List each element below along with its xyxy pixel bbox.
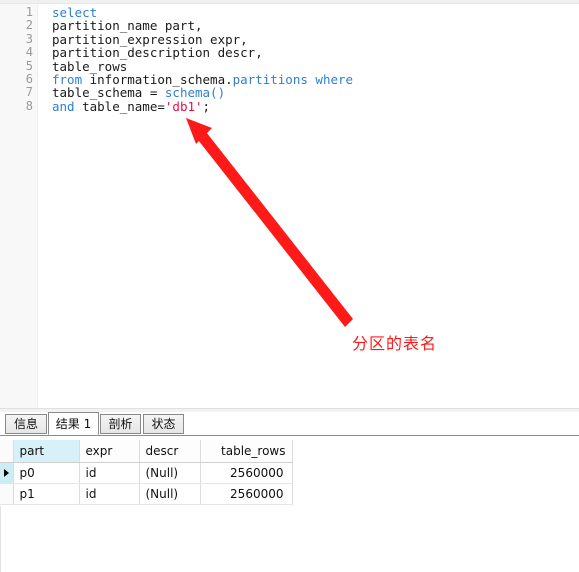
grid-header-row: part expr descr table_rows [0,440,293,463]
code-token: partitions [232,71,308,87]
cell-descr[interactable]: (Null) [139,462,201,484]
arrow-head [186,118,212,144]
code-line-4[interactable]: partition_description descr, [52,46,353,59]
arrow-shape [186,118,353,327]
tab-label: 状态 [151,417,176,431]
tab-2[interactable]: 结果 1 [48,412,99,435]
line-number-6: 6 [25,71,33,86]
grid-corner-cell[interactable] [0,440,14,463]
code-line-2[interactable]: partition_name part, [52,19,353,32]
grid-empty-area-edge [0,506,1,572]
tab-label: 信息 [13,417,38,431]
tab-1[interactable]: 信息 [5,414,47,434]
cell-part[interactable]: p1 [13,483,80,505]
line-number-8: 8 [25,98,33,113]
cell-table-rows[interactable]: 2560000 [200,483,293,505]
code-line-1[interactable]: select [52,6,353,19]
annotation-label: 分区的表名 [352,334,438,353]
grid-header-row-group: part expr descr table_rows [0,440,293,463]
line-number-3: 3 [25,31,33,46]
cell-expr[interactable]: id [79,483,140,505]
line-number-4: 4 [25,45,33,60]
code-token: ; [202,98,211,114]
row-indicator-cell[interactable] [0,483,14,505]
sql-code-text[interactable]: select partition_name part, partition_expr… [52,6,353,113]
code-token: table_name= [74,98,165,114]
code-line-7[interactable]: table_schema = schema() [52,86,353,99]
code-token: 'db1' [164,98,203,114]
line-numbers: 12345678 [0,5,33,113]
grid-body: p0 id (Null) 2560000 p1 id (Null) 256000… [0,462,293,505]
results-data-grid[interactable]: part expr descr table_rows p0 id (Null) … [0,440,293,505]
editor-line-number-gutter: 12345678 [0,4,38,408]
tab-label: 结果 1 [55,417,92,431]
code-token: and [52,98,75,114]
tab-3[interactable]: 剖析 [100,414,141,434]
grid-header-expr[interactable]: expr [79,440,140,463]
cell-expr[interactable]: id [79,462,140,484]
grid-header-part[interactable]: part [13,440,80,463]
code-line-8[interactable]: and table_name='db1'; [52,100,353,113]
code-token: where [315,71,354,87]
code-line-6[interactable]: from information_schema.partitions where [52,73,353,86]
tab-4[interactable]: 状态 [143,414,184,434]
cell-descr[interactable]: (Null) [139,483,201,505]
arrow-shaft [191,123,353,327]
sql-editor-pane[interactable]: 12345678 select partition_name part, parti… [0,4,579,408]
code-line-3[interactable]: partition_expression expr, [52,33,353,46]
cell-table-rows[interactable]: 2560000 [200,462,293,484]
code-line-5[interactable]: table_rows [52,59,353,73]
results-tab-strip: 信息 结果 1 剖析 状态 [0,412,579,436]
tab-label: 剖析 [108,417,133,431]
grid-header-table-rows[interactable]: table_rows [200,440,293,463]
current-row-arrow-icon [4,469,10,477]
cell-part[interactable]: p0 [13,462,80,484]
line-number-2: 2 [25,18,33,33]
line-number-5: 5 [25,58,33,73]
line-number-7: 7 [25,85,33,100]
line-number-1: 1 [25,5,33,19]
row-indicator-cell[interactable] [0,462,14,484]
results-pane: 信息 结果 1 剖析 状态 part expr descr table_rows p0… [0,412,579,572]
grid-header-descr[interactable]: descr [139,440,201,463]
table-row[interactable]: p1 id (Null) 2560000 [0,483,293,505]
table-row[interactable]: p0 id (Null) 2560000 [0,462,293,484]
